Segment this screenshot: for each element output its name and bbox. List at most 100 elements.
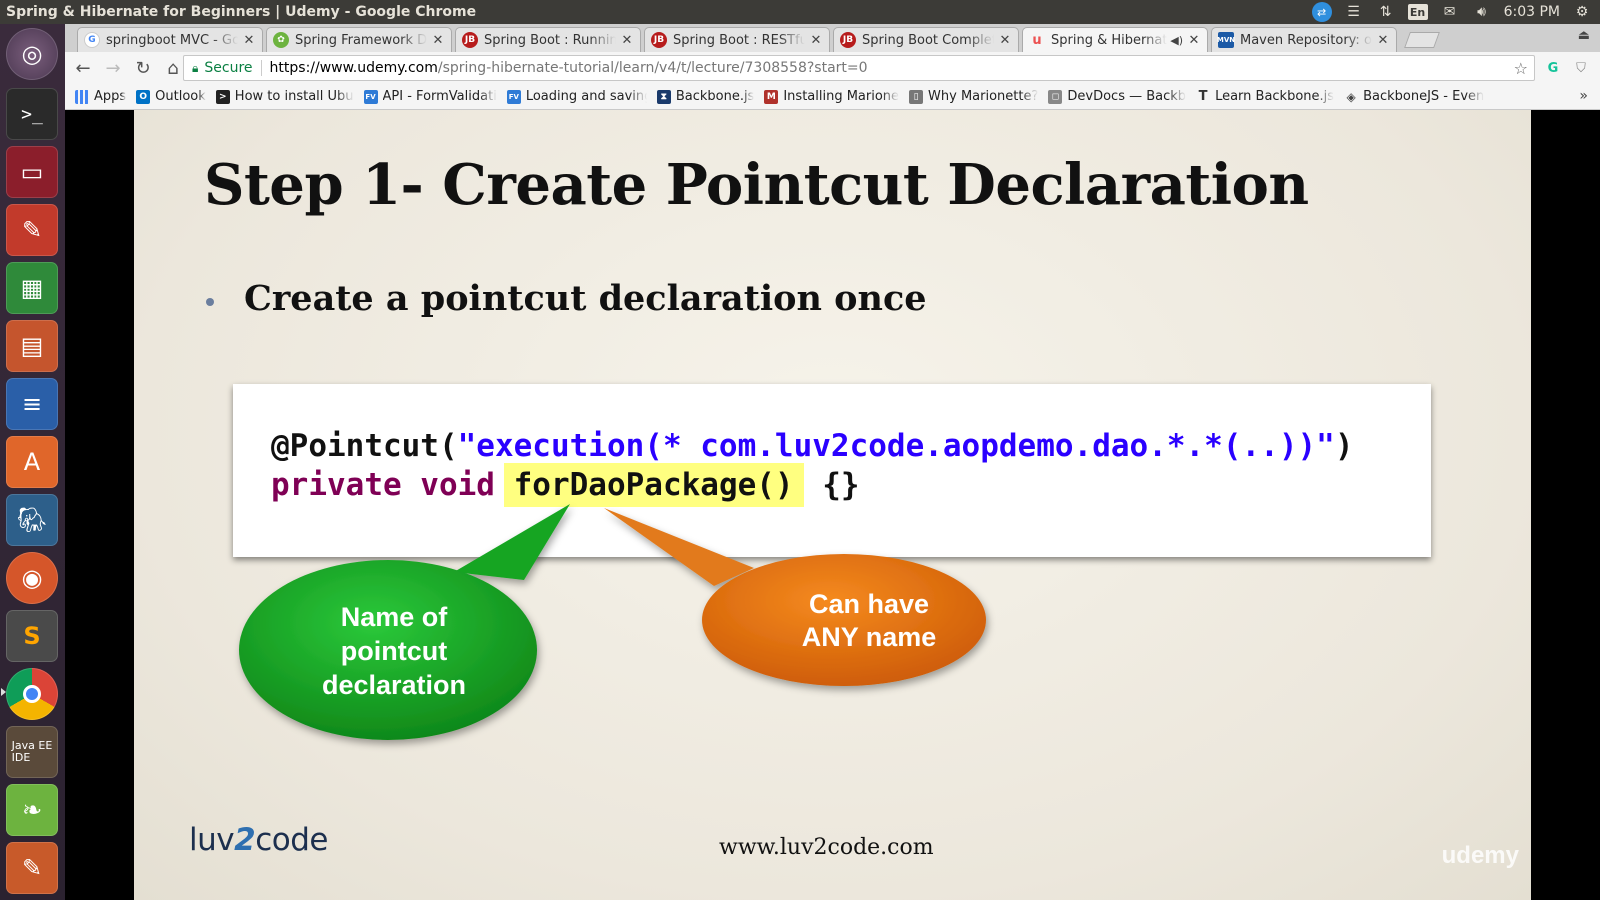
close-icon[interactable]: ✕ bbox=[1187, 33, 1201, 48]
system-settings-icon[interactable]: ✎ bbox=[6, 204, 58, 256]
ubuntu-dash-icon[interactable]: ◎ bbox=[6, 28, 58, 80]
bookmark-install-ubuntu[interactable]: > How to install Ubu bbox=[215, 89, 354, 104]
book-icon: ▯ bbox=[909, 89, 924, 104]
sublime-text-icon[interactable]: S bbox=[6, 610, 58, 662]
keyboard-layout-indicator[interactable]: En bbox=[1407, 4, 1428, 20]
close-icon[interactable]: ✕ bbox=[809, 33, 823, 48]
network-icon[interactable]: ⇅ bbox=[1376, 3, 1396, 21]
bookmarks-bar: Apps O Outlook > How to install Ubu FV A… bbox=[65, 84, 1600, 110]
javabrains-icon: JB bbox=[840, 32, 856, 48]
formvalidation-icon: FV bbox=[506, 89, 521, 104]
presentation-icon[interactable]: ▤ bbox=[6, 320, 58, 372]
writer-icon[interactable]: ≡ bbox=[6, 378, 58, 430]
tab-springboot-mvc[interactable]: G springboot MVC - Go ✕ bbox=[77, 27, 263, 52]
tab-label: Spring & Hibernate bbox=[1051, 32, 1168, 48]
tab-spring-framework[interactable]: ✿ Spring Framework Do ✕ bbox=[266, 27, 452, 52]
bookmark-why-marionette[interactable]: ▯ Why Marionette? bbox=[909, 89, 1038, 104]
chrome-icon[interactable] bbox=[6, 668, 58, 720]
bookmark-apps[interactable]: Apps bbox=[75, 89, 126, 104]
devdocs-icon: ◻ bbox=[1048, 89, 1063, 104]
clock[interactable]: 6:03 PM bbox=[1504, 4, 1560, 20]
bookmark-formvalidation-api[interactable]: FV API - FormValidati bbox=[363, 89, 497, 104]
window-title: Spring & Hibernate for Beginners | Udemy… bbox=[6, 4, 477, 20]
reload-button[interactable]: ↻ bbox=[129, 54, 157, 82]
formvalidation-icon: FV bbox=[363, 89, 378, 104]
forward-button[interactable]: → bbox=[99, 54, 127, 82]
bookmark-installing-marionette[interactable]: M Installing Marione bbox=[764, 89, 899, 104]
spring-icon: ✿ bbox=[273, 32, 289, 48]
marionette-icon: M bbox=[764, 89, 779, 104]
text-icon: T bbox=[1198, 89, 1208, 104]
close-icon[interactable]: ✕ bbox=[431, 33, 445, 48]
postgresql-icon[interactable]: 🐘︎ bbox=[6, 494, 58, 546]
bookmark-backbone[interactable]: ⧗ Backbone.js bbox=[656, 89, 754, 104]
firefox-icon[interactable]: ◉ bbox=[6, 552, 58, 604]
close-icon[interactable]: ✕ bbox=[242, 33, 256, 48]
terminal-icon: > bbox=[215, 89, 230, 104]
bookmark-devdocs[interactable]: ◻ DevDocs — Backb bbox=[1048, 89, 1186, 104]
divider bbox=[260, 60, 262, 76]
backbone-icon: ⧗ bbox=[656, 89, 671, 104]
logo-text-2: 2 bbox=[234, 822, 256, 858]
orange-callout-text: Can have ANY name bbox=[801, 589, 937, 652]
grammarly-icon[interactable]: G bbox=[1543, 58, 1563, 78]
software-center-icon[interactable]: A bbox=[6, 436, 58, 488]
green-callout-text: Name of pointcut declaration bbox=[321, 602, 467, 700]
udemy-watermark: udemy bbox=[1441, 842, 1519, 869]
bookmark-learn-backbone[interactable]: T Learn Backbone.js bbox=[1196, 89, 1334, 104]
notes-icon[interactable]: ☰ bbox=[1344, 3, 1364, 21]
gear-icon[interactable]: ⚙ bbox=[1572, 3, 1592, 21]
outlook-icon: O bbox=[136, 89, 151, 104]
google-icon: G bbox=[84, 32, 100, 48]
tab-spring-boot-running[interactable]: JB Spring Boot : Running ✕ bbox=[455, 27, 641, 52]
bookmarks-overflow-icon[interactable]: » bbox=[1579, 88, 1588, 104]
video-letterbox-right bbox=[1531, 110, 1600, 900]
bookmark-star-icon[interactable]: ☆ bbox=[1514, 59, 1528, 78]
tab-spring-boot-complete[interactable]: JB Spring Boot Complete ✕ bbox=[833, 27, 1019, 52]
spring-tool-suite-icon[interactable]: ❧ bbox=[6, 784, 58, 836]
secure-label: Secure bbox=[204, 60, 253, 76]
javabrains-icon: JB bbox=[462, 32, 478, 48]
app-icon[interactable]: ✎ bbox=[6, 842, 58, 894]
logo-text-code: code bbox=[255, 822, 328, 858]
back-button[interactable]: ← bbox=[69, 54, 97, 82]
bookmark-outlook[interactable]: O Outlook bbox=[136, 89, 206, 104]
website-text: www.luv2code.com bbox=[719, 835, 934, 860]
profile-icon[interactable]: ⏏ bbox=[1578, 28, 1590, 43]
tab-maven-repository[interactable]: MVN Maven Repository: o ✕ bbox=[1211, 27, 1397, 52]
luv2code-logo: luv2code bbox=[189, 822, 328, 858]
close-icon[interactable]: ✕ bbox=[620, 33, 634, 48]
volume-icon[interactable]: 🔊︎ bbox=[1472, 3, 1492, 21]
files-icon[interactable]: ▭ bbox=[6, 146, 58, 198]
bookmark-backbonejs-events[interactable]: ◈ BackboneJS - Even bbox=[1344, 89, 1484, 104]
top-panel: Spring & Hibernate for Beginners | Udemy… bbox=[0, 0, 1600, 24]
lecture-slide[interactable]: Step 1- Create Pointcut Declaration Crea… bbox=[134, 110, 1531, 900]
toolbar: ← → ↻ ⌂ 🔒︎ Secure https://www.udemy.com … bbox=[65, 52, 1600, 84]
teamviewer-icon[interactable]: ⇄ bbox=[1311, 2, 1332, 22]
tab-label: Spring Boot Complete bbox=[862, 32, 994, 48]
video-letterbox-left bbox=[65, 110, 134, 900]
audio-playing-icon[interactable]: ◀) bbox=[1170, 34, 1183, 47]
javabrains-icon: JB bbox=[651, 32, 667, 48]
tab-strip: G springboot MVC - Go ✕ ✿ Spring Framewo… bbox=[65, 24, 1600, 52]
eclipse-javaee-icon[interactable]: Java EE IDE bbox=[6, 726, 58, 778]
tab-spring-boot-restful[interactable]: JB Spring Boot : RESTful ✕ bbox=[644, 27, 830, 52]
mail-icon[interactable]: ✉ bbox=[1440, 3, 1460, 21]
close-icon[interactable]: ✕ bbox=[1376, 33, 1390, 48]
browser-chrome: G springboot MVC - Go ✕ ✿ Spring Framewo… bbox=[65, 24, 1600, 110]
url-host: https://www.udemy.com bbox=[269, 60, 438, 76]
bookmark-loading-saving[interactable]: FV Loading and saving bbox=[506, 89, 647, 104]
tab-label: springboot MVC - Go bbox=[106, 32, 238, 48]
tab-spring-hibernate[interactable]: u Spring & Hibernate ◀) ✕ bbox=[1022, 27, 1208, 52]
callout-bubbles bbox=[239, 504, 986, 740]
system-tray: ⇄ ☰ ⇅ En ✉ 🔊︎ 6:03 PM ⚙ bbox=[1311, 0, 1600, 24]
maven-icon: MVN bbox=[1217, 32, 1235, 48]
url-path: /spring-hibernate-tutorial/learn/v4/t/le… bbox=[437, 60, 868, 76]
new-tab-button[interactable] bbox=[1404, 32, 1440, 48]
address-bar[interactable]: 🔒︎ Secure https://www.udemy.com /spring-… bbox=[183, 55, 1535, 81]
close-icon[interactable]: ✕ bbox=[998, 33, 1012, 48]
terminal-icon[interactable]: >_ bbox=[6, 88, 58, 140]
udemy-icon: u bbox=[1032, 32, 1042, 48]
spreadsheet-icon[interactable]: ▦ bbox=[6, 262, 58, 314]
lock-icon: 🔒︎ bbox=[192, 60, 199, 75]
